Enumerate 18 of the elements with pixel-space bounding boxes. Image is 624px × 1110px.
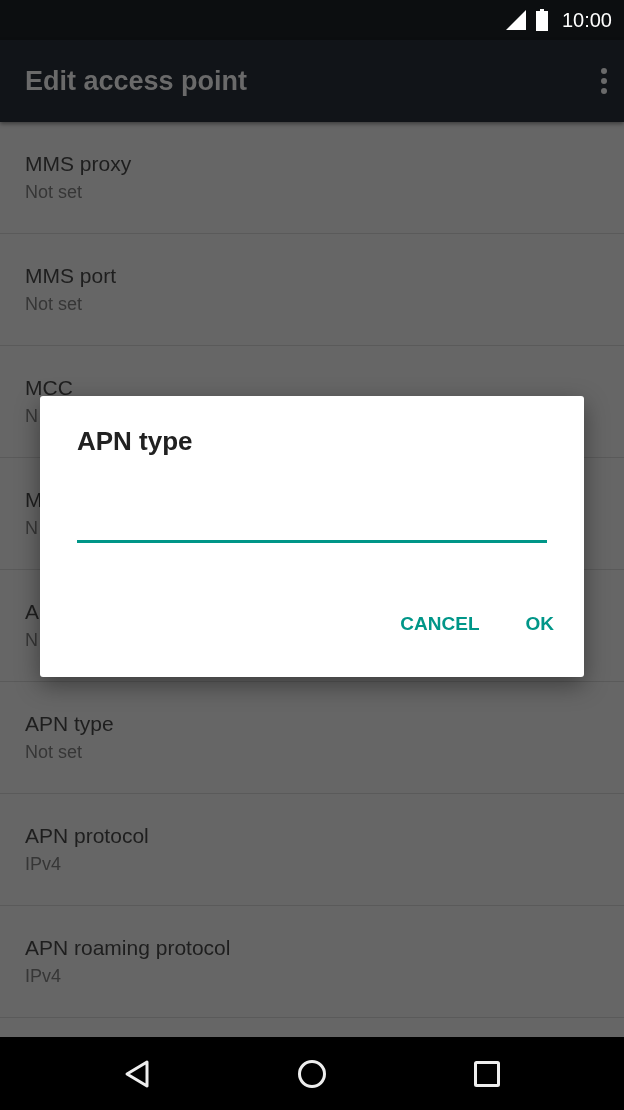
home-icon[interactable] — [297, 1058, 327, 1089]
battery-icon — [535, 9, 548, 31]
back-icon[interactable] — [124, 1058, 150, 1089]
app-bar-title: Edit access point — [25, 65, 248, 97]
item-title: MMS proxy — [25, 152, 132, 176]
item-title: APN type — [25, 712, 114, 736]
clock-time: 10:00 — [561, 8, 612, 32]
signal-icon — [505, 10, 526, 30]
dialog-title: APN type — [77, 426, 193, 457]
cancel-button[interactable]: CANCEL — [386, 605, 494, 643]
item-title: MMS port — [25, 264, 116, 288]
item-title: MCC — [25, 376, 73, 400]
more-options-icon[interactable] — [600, 68, 608, 94]
recents-icon[interactable] — [474, 1060, 500, 1087]
item-title: APN protocol — [25, 824, 149, 848]
item-title: A — [25, 600, 39, 624]
item-title: APN roaming protocol — [25, 936, 231, 960]
ok-button[interactable]: OK — [511, 605, 568, 643]
